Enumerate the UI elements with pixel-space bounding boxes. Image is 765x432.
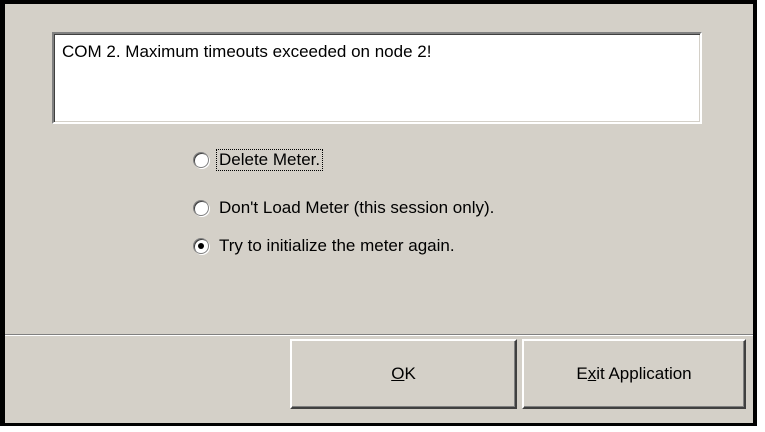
option-retry-initialize[interactable]: Try to initialize the meter again. xyxy=(193,234,457,258)
radio-selected-dot xyxy=(198,243,204,249)
exit-label-rest: it Application xyxy=(596,364,692,383)
option-delete-meter-label[interactable]: Delete Meter. xyxy=(215,149,324,171)
radio-delete-meter[interactable] xyxy=(193,152,209,168)
error-message: COM 2. Maximum timeouts exceeded on node… xyxy=(62,42,432,61)
exit-application-button[interactable]: Ex it Application xyxy=(522,339,746,409)
ok-label-rest: K xyxy=(404,364,416,383)
dialog-content-area: COM 2. Maximum timeouts exceeded on node… xyxy=(5,4,753,335)
ok-button[interactable]: OK xyxy=(290,339,517,409)
option-delete-meter[interactable]: Delete Meter. xyxy=(193,148,324,172)
radio-retry-initialize[interactable] xyxy=(193,238,209,254)
option-dont-load-meter-label[interactable]: Don't Load Meter (this session only). xyxy=(217,198,496,218)
message-box: COM 2. Maximum timeouts exceeded on node… xyxy=(52,32,702,124)
option-retry-initialize-label[interactable]: Try to initialize the meter again. xyxy=(217,236,457,256)
ok-mnemonic: O xyxy=(391,364,405,383)
exit-label-pre: E xyxy=(576,364,588,383)
option-dont-load-meter[interactable]: Don't Load Meter (this session only). xyxy=(193,196,496,220)
radio-dont-load-meter[interactable] xyxy=(193,200,209,216)
exit-mnemonic: x xyxy=(587,364,597,383)
